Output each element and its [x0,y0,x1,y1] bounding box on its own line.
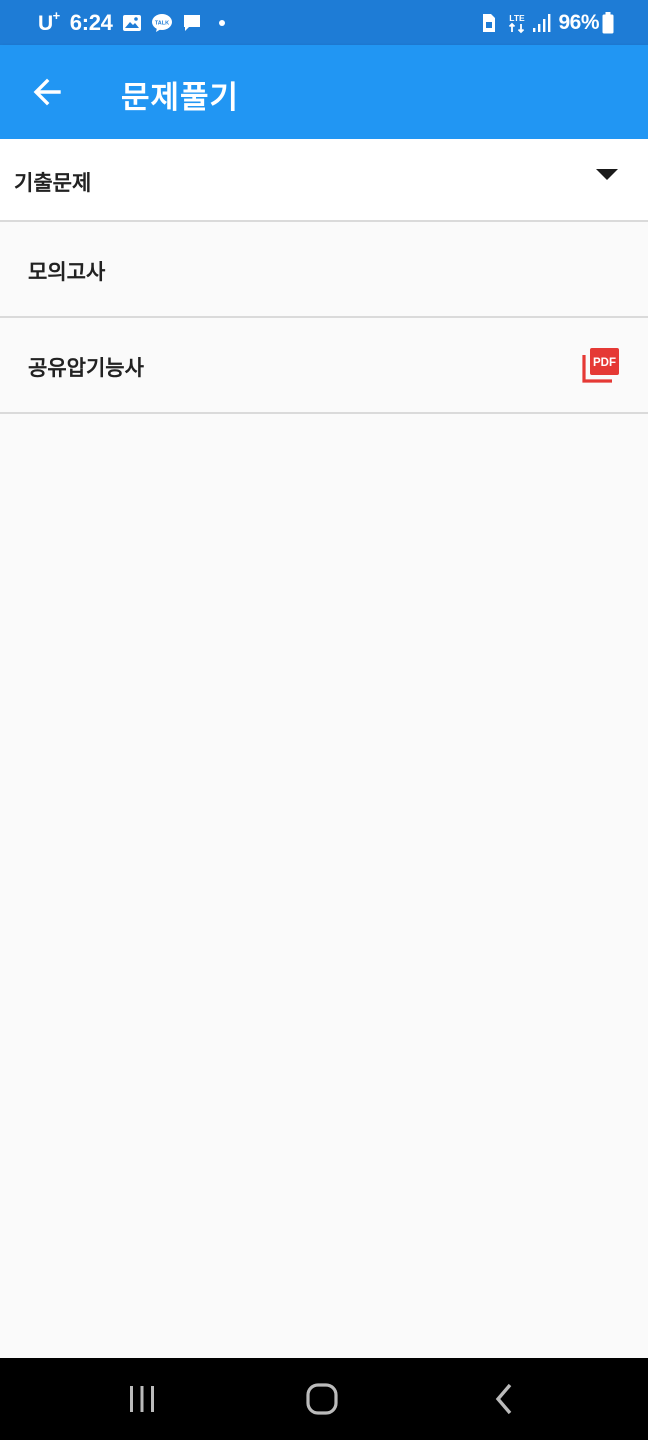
status-bar: U+ 6:24 TALK LTE 96% [0,0,648,45]
dropdown-selected-value: 기출문제 [14,171,92,195]
gallery-icon [122,14,142,32]
back-nav-button[interactable] [472,1358,536,1440]
list-item[interactable]: 모의고사 [0,222,648,318]
status-left: U+ 6:24 TALK [38,7,226,36]
svg-text:LTE: LTE [510,13,526,23]
category-dropdown[interactable]: 기출문제 [0,139,648,222]
recents-icon [130,1386,154,1412]
arrow-left-icon [33,78,61,106]
page-title: 문제풀기 [121,80,240,116]
svg-text:PDF: PDF [593,357,616,369]
svg-text:TALK: TALK [154,20,168,26]
lte-icon: LTE [506,12,528,34]
back-button[interactable] [30,75,64,109]
pdf-icon[interactable]: PDF [582,347,620,383]
battery-percent: 96% [558,10,599,34]
app-bar: 문제풀기 [0,45,648,139]
list-item-label: 모의고사 [28,260,106,284]
sim-icon [481,13,497,33]
list-item[interactable]: 공유압기능사 PDF [0,318,648,414]
system-nav-bar [0,1358,648,1440]
home-button[interactable] [290,1358,354,1440]
signal-icon [532,13,552,33]
talk-icon: TALK [151,13,173,33]
status-right: LTE 96% [472,11,614,35]
back-icon [495,1383,512,1415]
clock: 6:24 [69,9,113,35]
battery-icon [602,11,614,34]
caret-down-icon[interactable] [596,169,618,181]
message-icon [182,13,202,33]
recents-button[interactable] [110,1358,174,1440]
list-item-label: 공유압기능사 [28,356,144,380]
home-icon [306,1383,338,1415]
carrier-label: U+ [38,7,60,35]
dot-icon [218,19,226,27]
